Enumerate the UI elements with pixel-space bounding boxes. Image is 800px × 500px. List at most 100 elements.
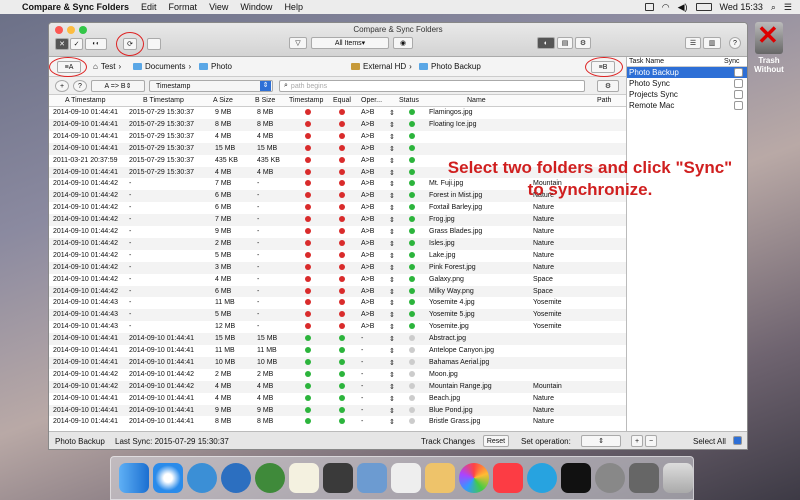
col-operation[interactable]: Oper... <box>361 97 382 104</box>
operation-stepper-icon[interactable]: ⇕ <box>389 395 395 403</box>
cell-operation[interactable]: A>B <box>361 180 374 187</box>
add-task-button[interactable]: + <box>631 435 643 447</box>
table-row[interactable]: 2014-09-10 01:44:42 - 2 MB - A>B ⇕ Isles.jpg Na… <box>49 237 626 250</box>
book-button[interactable]: ▤ <box>557 37 573 49</box>
add-button[interactable]: + <box>55 80 69 92</box>
operation-stepper-icon[interactable]: ⇕ <box>389 264 395 272</box>
sync-app-2-icon[interactable] <box>221 463 251 493</box>
view-mode-button[interactable]: ◐ <box>537 37 555 49</box>
preview-app-icon[interactable] <box>357 463 387 493</box>
path-filter-field[interactable]: ⌕ path begins <box>279 80 585 92</box>
col-b-timestamp[interactable]: B Timestamp <box>143 97 184 104</box>
task-sync-checkbox[interactable] <box>734 90 743 99</box>
table-row[interactable]: 2014-09-10 01:44:43 - 12 MB - A>B ⇕ Yosemite.j… <box>49 321 626 333</box>
operation-stepper-icon[interactable]: ⇕ <box>389 299 395 307</box>
table-row[interactable]: 2014-09-10 01:44:41 2014-09-10 01:44:41 9 … <box>49 404 626 417</box>
cell-operation[interactable]: A>B <box>361 299 374 306</box>
system-preferences-icon[interactable] <box>595 463 625 493</box>
a-crumb-photo[interactable]: Photo <box>199 62 232 71</box>
operation-stepper-icon[interactable]: ⇕ <box>389 252 395 260</box>
table-row[interactable]: 2014-09-10 01:44:42 - 3 MB - A>B ⇕ Pink Forest… <box>49 261 626 274</box>
a-crumb-home[interactable]: ⌂ Test › <box>93 62 121 71</box>
terminal-icon[interactable] <box>561 463 591 493</box>
b-crumb-drive[interactable]: External HD › <box>351 62 412 71</box>
cell-operation[interactable]: A>B <box>361 264 374 271</box>
col-a-timestamp[interactable]: A Timestamp <box>65 97 105 104</box>
cell-operation[interactable]: A>B <box>361 121 374 128</box>
columns-layout-button[interactable]: ▥ <box>703 37 721 49</box>
cell-operation[interactable]: A>B <box>361 216 374 223</box>
close-x-button[interactable]: ✕ <box>55 38 69 50</box>
cell-operation[interactable]: A>B <box>361 240 374 247</box>
filter-button[interactable]: ▽ <box>289 37 307 49</box>
preview-button[interactable]: ◉ <box>393 37 413 49</box>
operation-stepper-icon[interactable]: ⇕ <box>389 180 395 188</box>
operation-stepper-icon[interactable]: ⇕ <box>389 359 395 367</box>
trash-app-icon[interactable] <box>629 463 659 493</box>
operation-stepper-icon[interactable]: ⇕ <box>389 133 395 141</box>
notes-icon[interactable] <box>391 463 421 493</box>
col-a-size[interactable]: A Size <box>213 97 233 104</box>
table-row[interactable]: 2014-09-10 01:44:43 - 5 MB - A>B ⇕ Yosemite 5.… <box>49 309 626 322</box>
table-row[interactable]: 2014-09-10 01:44:42 - 6 MB - A>B ⇕ Foxtail Bar… <box>49 202 626 214</box>
col-equal[interactable]: Equal <box>333 97 351 104</box>
table-row[interactable]: 2014-09-10 01:44:41 2014-09-10 01:44:41 11… <box>49 345 626 357</box>
quicktime-icon[interactable] <box>527 463 557 493</box>
settings-button[interactable]: ⚙ <box>575 37 591 49</box>
operation-stepper-icon[interactable]: ⇕ <box>389 335 395 343</box>
select-all-checkbox[interactable] <box>733 436 742 445</box>
table-row[interactable]: 2014-09-10 01:44:42 - 7 MB - A>B ⇕ Frog.jpg Nat… <box>49 214 626 226</box>
menu-list-icon[interactable]: ☰ <box>784 2 792 13</box>
table-row[interactable]: 2014-09-10 01:44:42 - 5 MB - A>B ⇕ Lake.jpg Nat… <box>49 250 626 262</box>
cell-operation[interactable]: A>B <box>361 157 374 164</box>
menu-edit[interactable]: Edit <box>141 2 157 12</box>
vpn-icon[interactable] <box>323 463 353 493</box>
cell-operation[interactable]: - <box>361 418 363 425</box>
cell-operation[interactable]: A>B <box>361 252 374 259</box>
col-b-size[interactable]: B Size <box>255 97 275 104</box>
operation-stepper-icon[interactable]: ⇕ <box>389 240 395 248</box>
cell-operation[interactable]: A>B <box>361 204 374 211</box>
cell-operation[interactable]: - <box>361 371 363 378</box>
volume-icon[interactable]: ◀) <box>678 2 688 13</box>
operation-stepper-icon[interactable]: ⇕ <box>389 145 395 153</box>
operation-stepper-icon[interactable]: ⇕ <box>389 347 395 355</box>
operation-stepper-icon[interactable]: ⇕ <box>389 311 395 319</box>
task-item[interactable]: Projects Sync <box>627 89 747 100</box>
safari-icon[interactable] <box>153 463 183 493</box>
direction-select[interactable]: A => B ⇕ <box>91 80 145 92</box>
sync-app-icon[interactable] <box>187 463 217 493</box>
operation-stepper-icon[interactable]: ⇕ <box>389 204 395 212</box>
cell-operation[interactable]: - <box>361 395 363 402</box>
operation-stepper-icon[interactable]: ⇕ <box>389 407 395 415</box>
compare-mode-select[interactable]: Timestamp ⇕ <box>149 80 273 92</box>
menu-window[interactable]: Window <box>240 2 272 12</box>
table-row[interactable]: 2014-09-10 01:44:42 - 6 MB - A>B ⇕ Milky Way.p… <box>49 285 626 298</box>
cell-operation[interactable]: - <box>361 407 363 414</box>
options-button[interactable]: ⚙ <box>597 80 619 92</box>
clock[interactable]: Wed 15:33 <box>720 2 763 12</box>
col-timestamp[interactable]: Timestamp <box>289 97 323 104</box>
operation-stepper-icon[interactable]: ⇕ <box>389 157 395 165</box>
remove-task-button[interactable]: − <box>645 435 657 447</box>
list-layout-button[interactable]: ☰ <box>685 37 701 49</box>
table-row[interactable]: 2014-09-10 01:44:42 - 4 MB - A>B ⇕ Galaxy.png S… <box>49 274 626 286</box>
music-icon[interactable] <box>493 463 523 493</box>
battery-icon[interactable] <box>695 3 712 11</box>
operation-stepper-icon[interactable]: ⇕ <box>389 192 395 200</box>
cell-operation[interactable]: A>B <box>361 288 374 295</box>
cell-operation[interactable]: A>B <box>361 311 374 318</box>
table-row[interactable]: 2014-09-10 01:44:43 - 11 MB - A>B ⇕ Yosemite 4… <box>49 297 626 309</box>
operation-stepper-icon[interactable]: ⇕ <box>389 288 395 296</box>
operation-stepper-icon[interactable]: ⇕ <box>389 228 395 236</box>
task-sync-checkbox[interactable] <box>734 79 743 88</box>
operation-stepper-icon[interactable]: ⇕ <box>389 121 395 129</box>
reset-button[interactable]: Reset <box>483 435 509 447</box>
check-button[interactable]: ✓ <box>70 38 83 50</box>
table-row[interactable]: 2014-09-10 01:44:42 - 9 MB - A>B ⇕ Grass Blade… <box>49 226 626 238</box>
compare-buttons[interactable]: ◐◐ <box>85 38 107 50</box>
operation-stepper-icon[interactable]: ⇕ <box>389 383 395 391</box>
menu-app-name[interactable]: Compare & Sync Folders <box>22 2 129 12</box>
help-button[interactable]: ? <box>729 37 741 49</box>
cell-operation[interactable]: - <box>361 335 363 342</box>
